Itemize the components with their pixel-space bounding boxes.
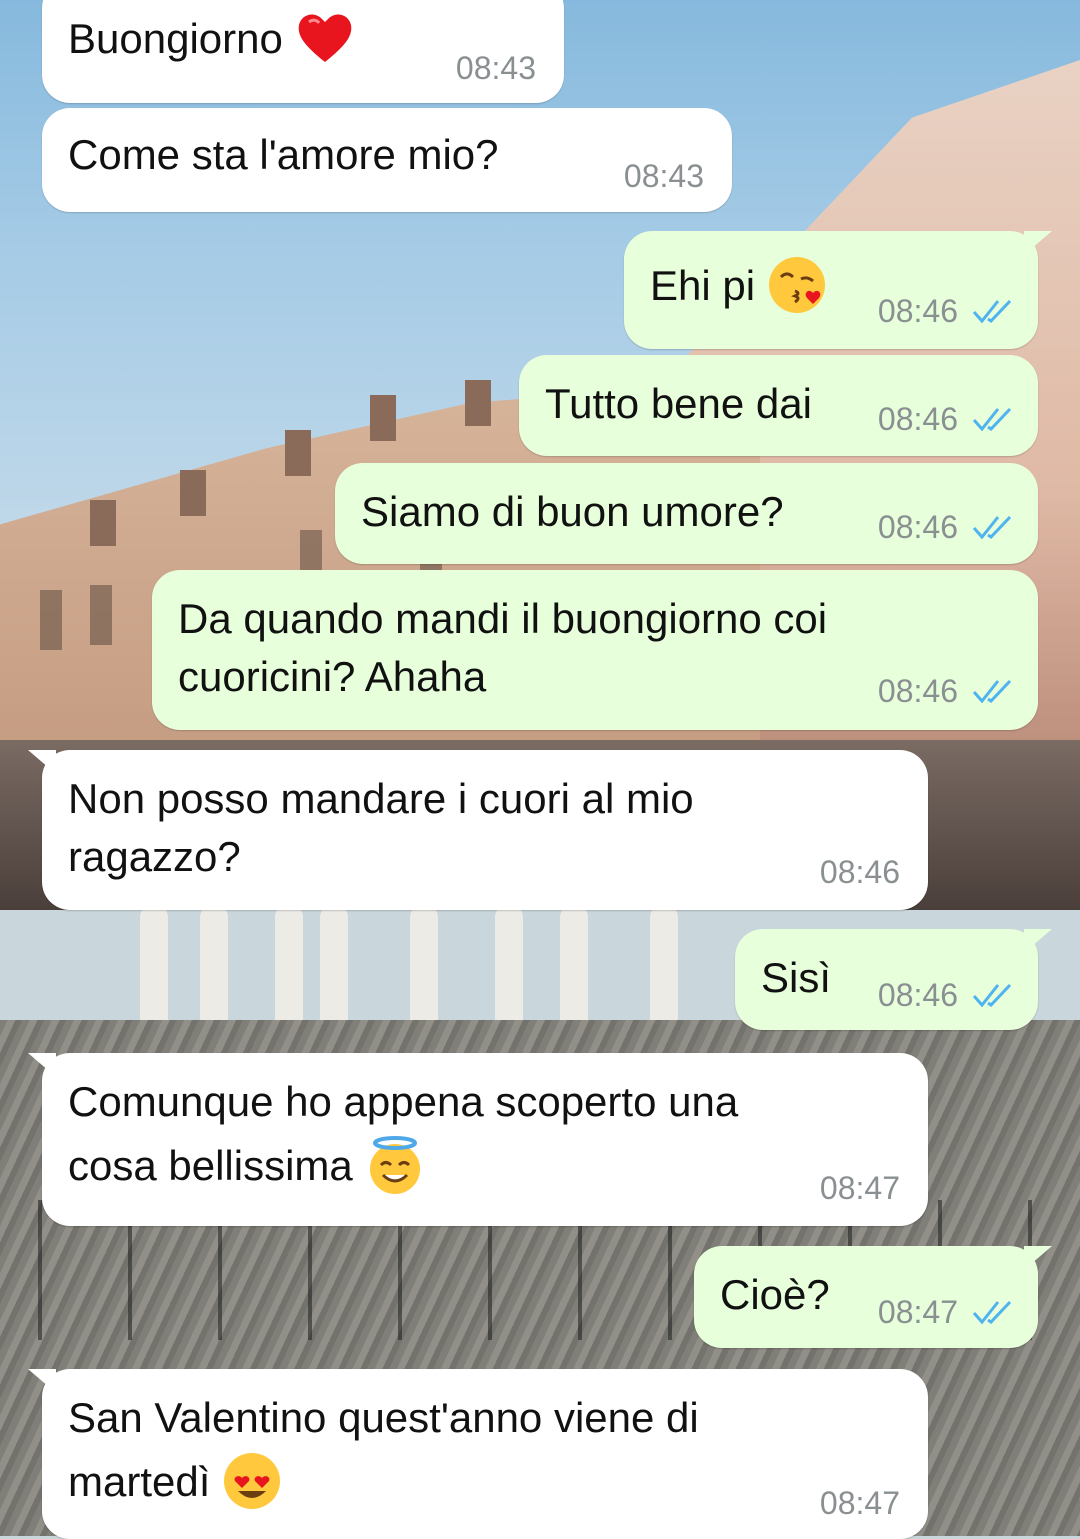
message-text: Buongiorno xyxy=(68,15,283,62)
message-text-line: martedì xyxy=(68,1458,211,1505)
message-time: 08:46 xyxy=(819,854,900,890)
message-time: 08:43 xyxy=(455,50,536,86)
message-time: 08:46 xyxy=(877,673,958,709)
smiling-face-with-halo-icon xyxy=(365,1135,425,1195)
double-check-icon xyxy=(972,982,1016,1008)
double-check-icon xyxy=(972,298,1016,324)
message-time: 08:47 xyxy=(819,1170,900,1206)
message-text: Ehi pi xyxy=(650,262,756,309)
message-text-line: cosa bellissima xyxy=(68,1142,353,1189)
message-text-line: ragazzo? xyxy=(68,833,241,880)
message-list[interactable]: Buongiorno 08:43 Come sta l'amore mio? 0… xyxy=(0,0,1080,1539)
incoming-message[interactable]: Comunque ho appena scoperto una cosa bel… xyxy=(28,1053,928,1226)
outgoing-message[interactable]: Da quando mandi il buongiorno coi cuoric… xyxy=(152,570,1038,730)
face-blowing-kiss-icon xyxy=(767,255,827,315)
incoming-message[interactable]: Buongiorno 08:43 xyxy=(42,0,564,103)
message-time: 08:46 xyxy=(877,401,958,437)
message-text-line: Comunque ho appena scoperto una xyxy=(68,1078,739,1125)
double-check-icon xyxy=(972,514,1016,540)
double-check-icon xyxy=(972,1299,1016,1325)
red-heart-icon xyxy=(295,8,355,68)
message-time: 08:43 xyxy=(623,158,704,194)
outgoing-message[interactable]: Cioè? 08:47 xyxy=(694,1246,1052,1348)
double-check-icon xyxy=(972,678,1016,704)
message-time: 08:46 xyxy=(877,977,958,1013)
message-time: 08:47 xyxy=(877,1294,958,1330)
message-time: 08:47 xyxy=(819,1485,900,1521)
message-text-line: San Valentino quest'anno viene di xyxy=(68,1394,699,1441)
message-text: Siamo di buon umore? xyxy=(361,488,784,535)
outgoing-message[interactable]: Sisì 08:46 xyxy=(735,929,1052,1030)
message-text: Come sta l'amore mio? xyxy=(68,131,499,178)
message-text: Cioè? xyxy=(720,1271,830,1318)
double-check-icon xyxy=(972,406,1016,432)
outgoing-message[interactable]: Tutto bene dai 08:46 xyxy=(519,355,1038,456)
incoming-message[interactable]: Non posso mandare i cuori al mio ragazzo… xyxy=(28,750,928,910)
message-text-line: Da quando mandi il buongiorno coi xyxy=(178,595,828,642)
message-text-line: Non posso mandare i cuori al mio xyxy=(68,775,694,822)
message-text: Sisì xyxy=(761,954,832,1001)
message-time: 08:46 xyxy=(877,509,958,545)
message-text: Tutto bene dai xyxy=(545,380,812,427)
incoming-message[interactable]: San Valentino quest'anno viene di marted… xyxy=(28,1369,928,1539)
message-text-line: cuoricini? Ahaha xyxy=(178,653,487,700)
smiling-face-with-heart-eyes-icon xyxy=(222,1451,282,1511)
outgoing-message[interactable]: Ehi pi 08:46 xyxy=(624,231,1052,349)
incoming-message[interactable]: Come sta l'amore mio? 08:43 xyxy=(42,108,732,212)
outgoing-message[interactable]: Siamo di buon umore? 08:46 xyxy=(335,463,1038,564)
message-time: 08:46 xyxy=(877,293,958,329)
